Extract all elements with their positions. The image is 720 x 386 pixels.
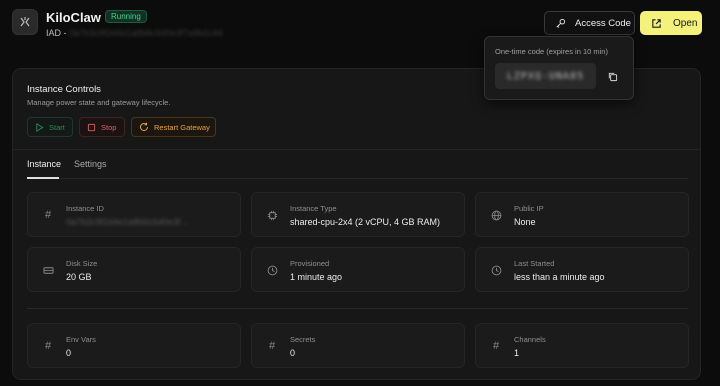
tile-value: 1 minute ago: [290, 272, 343, 282]
controls-title: Instance Controls: [27, 84, 101, 95]
tab-rule: [27, 178, 688, 179]
hash-icon: #: [492, 340, 500, 352]
clock-icon: [488, 262, 504, 278]
instance-id-tile: # Instance ID 0a7b3c9f2d4e1a8b6c5d0e3f…: [27, 192, 241, 237]
claw-logo-icon: [12, 9, 38, 35]
stats-divider: [27, 308, 688, 309]
hash-icon: #: [44, 340, 52, 352]
copy-icon[interactable]: [605, 69, 619, 83]
key-icon: [556, 18, 566, 28]
last-started-tile: Last Started less than a minute ago: [475, 247, 689, 292]
provisioned-tile: Provisioned 1 minute ago: [251, 247, 465, 292]
access-code-button[interactable]: Access Code: [544, 11, 635, 35]
region-separator: -: [61, 28, 70, 38]
secrets-tile: # Secrets 0: [251, 323, 465, 368]
status-badge: Running: [105, 10, 147, 23]
hash-icon: #: [44, 209, 52, 221]
public-ip-tile: Public IP None: [475, 192, 689, 237]
start-label: Start: [49, 122, 65, 132]
tile-value: 1: [514, 348, 520, 358]
disk-size-tile: Disk Size 20 GB: [27, 247, 241, 292]
region-line: IAD - 0a7b3c9f2d4e1a8b6c5d0e3f7a9b2c4d: [46, 28, 223, 38]
restart-label: Restart Gateway: [154, 122, 210, 132]
access-code-popover: One-time code (expires in 10 min) LZPXQ-…: [484, 36, 634, 100]
controls-description: Manage power state and gateway lifecycle…: [27, 98, 171, 107]
tile-value: 0: [290, 348, 296, 358]
tile-value: less than a minute ago: [514, 272, 605, 282]
stop-icon: [87, 123, 96, 131]
tile-label: Secrets: [290, 335, 316, 344]
tile-value: 20 GB: [66, 272, 92, 282]
tab-instance[interactable]: Instance: [27, 159, 61, 169]
tile-label: Instance ID: [66, 204, 104, 213]
tile-label: Disk Size: [66, 259, 98, 268]
disk-icon: [40, 262, 56, 278]
start-button[interactable]: Start: [27, 117, 73, 137]
tab-active-indicator: [27, 177, 59, 179]
globe-icon: [488, 207, 504, 223]
access-code-value: LZPXQ-UNA85: [506, 70, 585, 82]
instance-card: Instance Controls Manage power state and…: [12, 68, 701, 380]
refresh-icon: [140, 122, 149, 132]
open-label: Open: [673, 17, 698, 29]
instance-host: 0a7b3c9f2d4e1a8b6c5d0e3f7a9b2c4d: [69, 28, 223, 38]
tile-label: Last Started: [514, 259, 555, 268]
tile-value: 0a7b3c9f2d4e1a8b6c5d0e3f…: [66, 217, 190, 227]
channels-tile: # Channels 1: [475, 323, 689, 368]
tab-settings[interactable]: Settings: [74, 159, 107, 169]
app-title: KiloClaw: [46, 10, 101, 25]
section-divider: [13, 149, 700, 150]
clock-icon: [264, 262, 280, 278]
tile-label: Instance Type: [290, 204, 337, 213]
env-vars-tile: # Env Vars 0: [27, 323, 241, 368]
tile-label: Provisioned: [290, 259, 330, 268]
instance-type-tile: Instance Type shared-cpu-2x4 (2 vCPU, 4 …: [251, 192, 465, 237]
region-code: IAD: [46, 28, 62, 38]
hash-icon: #: [268, 340, 276, 352]
external-link-icon: [652, 18, 661, 28]
tile-label: Channels: [514, 335, 546, 344]
restart-gateway-button[interactable]: Restart Gateway: [131, 117, 216, 137]
access-code-box[interactable]: LZPXQ-UNA85: [495, 63, 596, 89]
tile-value: 0: [66, 348, 72, 358]
stop-label: Stop: [101, 122, 117, 132]
access-code-label: Access Code: [575, 17, 631, 29]
tile-value: None: [514, 217, 536, 227]
cpu-icon: [264, 207, 280, 223]
open-button[interactable]: Open: [640, 11, 702, 35]
tile-value: shared-cpu-2x4 (2 vCPU, 4 GB RAM): [290, 217, 441, 227]
popover-title: One-time code (expires in 10 min): [495, 47, 608, 56]
tile-label: Env Vars: [66, 335, 96, 344]
stop-button[interactable]: Stop: [79, 117, 125, 137]
tile-label: Public IP: [514, 204, 544, 213]
play-icon: [36, 122, 44, 132]
